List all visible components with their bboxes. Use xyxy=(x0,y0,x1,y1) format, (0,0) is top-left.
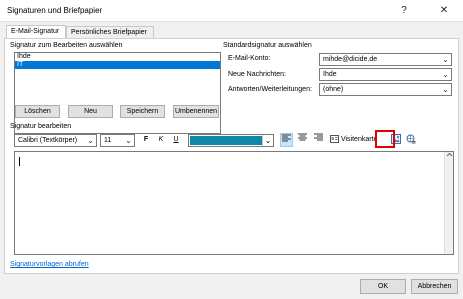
save-button[interactable]: Speichern xyxy=(120,105,165,118)
tab-email-signature-label: E-Mail-Signatur xyxy=(11,28,60,35)
new-messages-value: Ihde xyxy=(323,71,337,78)
chevron-down-icon: ⌄ xyxy=(87,136,94,145)
scroll-up-icon xyxy=(446,152,453,157)
tab-email-signature[interactable]: E-Mail-Signatur xyxy=(6,25,66,39)
new-messages-label: Neue Nachrichten: xyxy=(228,71,286,78)
new-messages-select[interactable]: Ihde ⌄ xyxy=(319,68,452,81)
text-caret xyxy=(19,157,20,166)
chevron-down-icon: ⌄ xyxy=(442,85,449,94)
chevron-down-icon: ⌄ xyxy=(442,70,449,79)
font-size-select[interactable]: 11 ⌄ xyxy=(100,134,135,147)
delete-button[interactable]: Löschen xyxy=(15,105,60,118)
font-color-swatch xyxy=(190,136,262,145)
tab-personal-stationery-label: Persönliches Briefpapier xyxy=(71,29,147,36)
close-button[interactable]: ✕ xyxy=(434,3,454,19)
account-value: mihde@dicide.de xyxy=(323,56,378,63)
signature-item-it[interactable]: IT xyxy=(15,61,220,69)
align-right-icon xyxy=(313,133,323,141)
bold-button[interactable]: F xyxy=(141,133,151,147)
cancel-button[interactable]: Abbrechen xyxy=(411,279,458,294)
edit-signature-label: Signatur bearbeiten xyxy=(10,123,72,130)
chevron-down-icon: ⌄ xyxy=(442,55,449,64)
align-left-button[interactable] xyxy=(280,133,293,147)
signature-panel: Signatur zum Bearbeiten auswählen Ihde I… xyxy=(4,38,459,274)
align-right-button[interactable] xyxy=(312,133,324,147)
signature-listbox[interactable]: Ihde IT xyxy=(14,52,221,134)
signature-editor[interactable] xyxy=(14,151,454,255)
align-center-icon xyxy=(297,133,307,141)
rename-button[interactable]: Umbenennen xyxy=(173,105,219,118)
business-card-label: Visitenkarte xyxy=(340,136,378,143)
default-signature-label: Standardsignatur auswählen xyxy=(223,42,312,49)
chevron-down-icon: ⌄ xyxy=(125,136,132,145)
chevron-down-icon: ⌄ xyxy=(262,135,273,146)
window-title: Signaturen und Briefpapier xyxy=(7,6,103,15)
help-button[interactable]: ? xyxy=(394,3,414,19)
business-card-icon xyxy=(330,135,339,144)
underline-button[interactable]: U xyxy=(171,133,181,147)
title-bar: Signaturen und Briefpapier ? ✕ xyxy=(0,0,463,22)
account-select[interactable]: mihde@dicide.de ⌄ xyxy=(319,53,452,66)
account-label: E-Mail-Konto: xyxy=(228,55,271,62)
font-color-picker[interactable]: ⌄ xyxy=(188,134,274,147)
replies-select[interactable]: (ohne) ⌄ xyxy=(319,83,452,96)
insert-hyperlink-button[interactable] xyxy=(404,133,417,147)
ok-button[interactable]: OK xyxy=(360,279,406,294)
replies-value: (ohne) xyxy=(323,86,344,93)
signature-templates-link[interactable]: Signaturvorlagen abrufen xyxy=(10,261,89,268)
signature-item-ihde[interactable]: Ihde xyxy=(15,53,220,61)
new-button[interactable]: Neu xyxy=(68,105,113,118)
italic-button[interactable]: K xyxy=(156,133,166,147)
editor-scrollbar[interactable] xyxy=(444,152,453,254)
align-left-icon xyxy=(282,134,291,142)
font-value: Calibri (Textkörper) xyxy=(18,137,78,144)
highlight-box xyxy=(375,130,395,148)
font-size-value: 11 xyxy=(104,137,112,144)
align-center-button[interactable] xyxy=(296,133,308,147)
font-select[interactable]: Calibri (Textkörper) ⌄ xyxy=(14,134,97,147)
hyperlink-icon xyxy=(406,134,415,144)
replies-label: Antworten/Weiterleitungen: xyxy=(228,86,312,93)
signature-list-label: Signatur zum Bearbeiten auswählen xyxy=(10,42,123,49)
